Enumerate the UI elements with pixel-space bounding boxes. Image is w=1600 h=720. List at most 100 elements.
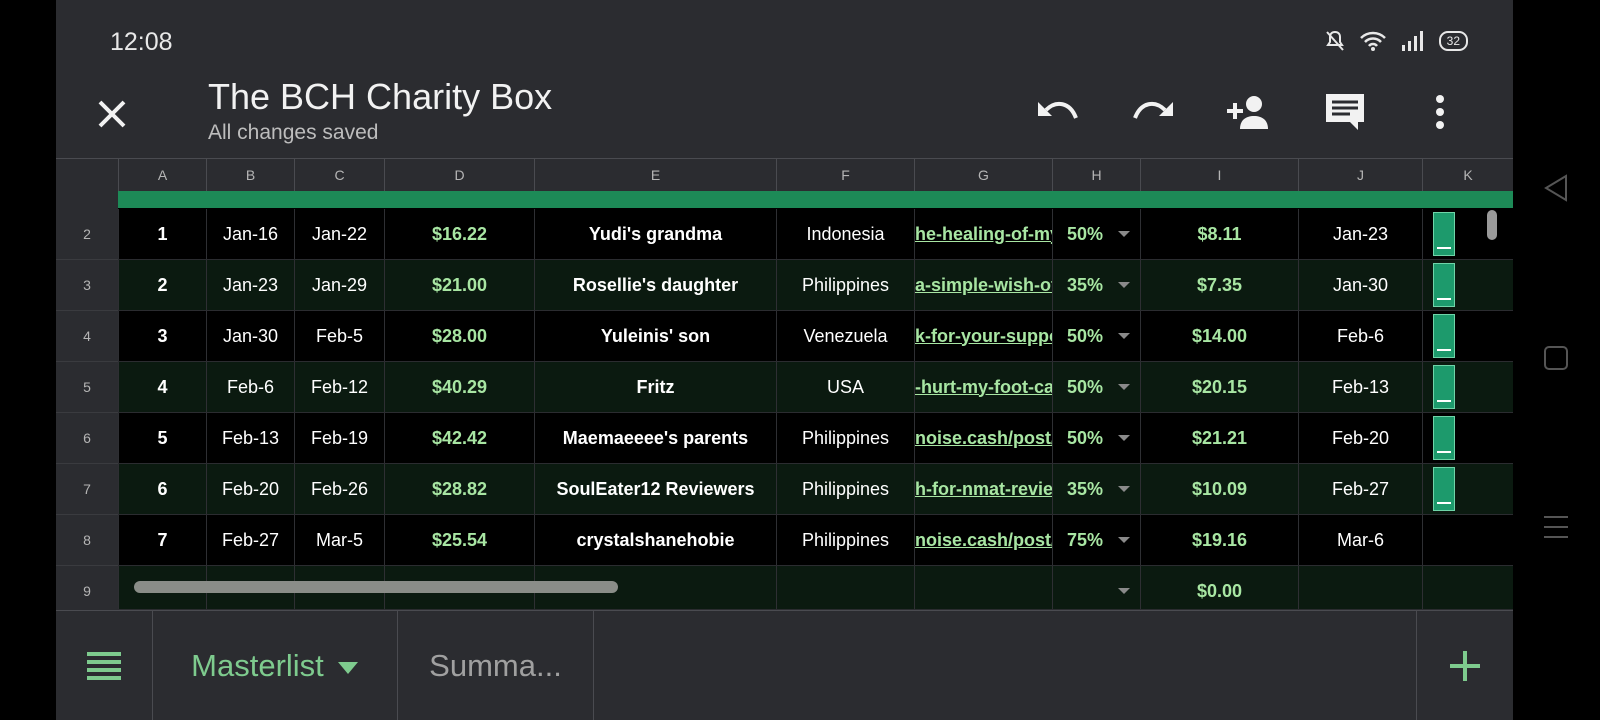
post-link[interactable]: h-for-nmat-review: [915, 479, 1052, 500]
cell-e[interactable]: Maemaeeee's parents: [534, 413, 776, 463]
undo-button[interactable]: [1032, 86, 1084, 138]
cell-c[interactable]: Feb-26: [294, 464, 384, 514]
screenshot-thumbnail[interactable]: [1433, 314, 1455, 358]
cell-f[interactable]: Venezuela: [776, 311, 914, 361]
cell-b[interactable]: Feb-6: [206, 362, 294, 412]
more-options-button[interactable]: [1414, 86, 1466, 138]
cell-h[interactable]: 50%: [1052, 311, 1140, 361]
cell-h[interactable]: 50%: [1052, 209, 1140, 259]
cell-h[interactable]: 35%: [1052, 464, 1140, 514]
share-button[interactable]: [1223, 86, 1275, 138]
cell-d[interactable]: $21.00: [384, 260, 534, 310]
cell-j[interactable]: Feb-27: [1298, 464, 1422, 514]
column-header-c[interactable]: C: [294, 159, 384, 191]
post-link[interactable]: he-healing-of-my-: [915, 224, 1052, 245]
cell-a[interactable]: 3: [118, 311, 206, 361]
cell-j[interactable]: Feb-13: [1298, 362, 1422, 412]
all-sheets-button[interactable]: [56, 611, 153, 720]
post-link[interactable]: noise.cash/post/l: [915, 428, 1052, 449]
nav-home-button[interactable]: [1541, 343, 1571, 373]
cell-i[interactable]: $7.35: [1140, 260, 1298, 310]
cell-b[interactable]: Jan-30: [206, 311, 294, 361]
cell-i[interactable]: $10.09: [1140, 464, 1298, 514]
cell-j[interactable]: Mar-6: [1298, 515, 1422, 565]
cell-k[interactable]: [1422, 566, 1513, 609]
cell-f[interactable]: Philippines: [776, 260, 914, 310]
cell-h[interactable]: 75%: [1052, 515, 1140, 565]
cell-d[interactable]: $16.22: [384, 209, 534, 259]
cell-e[interactable]: crystalshanehobie: [534, 515, 776, 565]
row-header-7[interactable]: 7: [56, 464, 118, 515]
cell-e[interactable]: Yudi's grandma: [534, 209, 776, 259]
screenshot-thumbnail[interactable]: [1433, 263, 1455, 307]
post-link[interactable]: noise.cash/post/l: [915, 530, 1052, 551]
cell-j[interactable]: Jan-23: [1298, 209, 1422, 259]
cell-e[interactable]: SoulEater12 Reviewers: [534, 464, 776, 514]
row-header-3[interactable]: 3: [56, 260, 118, 311]
cell-f[interactable]: Philippines: [776, 464, 914, 514]
close-button[interactable]: [86, 88, 138, 140]
cell-f[interactable]: USA: [776, 362, 914, 412]
screenshot-thumbnail[interactable]: [1433, 212, 1455, 256]
cell-g[interactable]: noise.cash/post/l: [914, 413, 1052, 463]
row-header-5[interactable]: 5: [56, 362, 118, 413]
cell-g[interactable]: h-for-nmat-review: [914, 464, 1052, 514]
post-link[interactable]: k-for-your-suppo: [915, 326, 1052, 347]
column-header-i[interactable]: I: [1140, 159, 1298, 191]
cell-e[interactable]: Rosellie's daughter: [534, 260, 776, 310]
cell-k[interactable]: [1422, 515, 1513, 565]
column-header-d[interactable]: D: [384, 159, 534, 191]
column-header-a[interactable]: A: [118, 159, 206, 191]
comments-button[interactable]: [1319, 86, 1371, 138]
cell-i[interactable]: $0.00: [1140, 566, 1298, 609]
dropdown-arrow-icon[interactable]: [1118, 435, 1130, 441]
row-header-8[interactable]: 8: [56, 515, 118, 566]
column-header-b[interactable]: B: [206, 159, 294, 191]
post-link[interactable]: a-simple-wish-of: [915, 275, 1052, 296]
cell-g[interactable]: a-simple-wish-of: [914, 260, 1052, 310]
cell-d[interactable]: $28.00: [384, 311, 534, 361]
cell-f[interactable]: Philippines: [776, 413, 914, 463]
tab-masterlist[interactable]: Masterlist: [152, 611, 398, 720]
cell-g[interactable]: noise.cash/post/l: [914, 515, 1052, 565]
cell-h[interactable]: 50%: [1052, 413, 1140, 463]
row-header-6[interactable]: 6: [56, 413, 118, 464]
cell-c[interactable]: Mar-5: [294, 515, 384, 565]
nav-menu-button[interactable]: [1541, 512, 1571, 542]
cell-d[interactable]: $25.54: [384, 515, 534, 565]
redo-button[interactable]: [1127, 86, 1179, 138]
row-header-4[interactable]: 4: [56, 311, 118, 362]
cell-f[interactable]: Indonesia: [776, 209, 914, 259]
dropdown-arrow-icon[interactable]: [1118, 282, 1130, 288]
cell-g[interactable]: he-healing-of-my-: [914, 209, 1052, 259]
cell-b[interactable]: Feb-27: [206, 515, 294, 565]
screenshot-thumbnail[interactable]: [1433, 467, 1455, 511]
cell-k[interactable]: [1422, 209, 1513, 259]
document-title[interactable]: The BCH Charity Box: [208, 76, 552, 118]
cell-a[interactable]: 5: [118, 413, 206, 463]
tab-summary[interactable]: Summa...: [398, 611, 594, 720]
cell-k[interactable]: [1422, 464, 1513, 514]
column-header-e[interactable]: E: [534, 159, 776, 191]
cell-c[interactable]: Feb-19: [294, 413, 384, 463]
cell-e[interactable]: Yuleinis' son: [534, 311, 776, 361]
cell-a[interactable]: 6: [118, 464, 206, 514]
cell-h[interactable]: [1052, 566, 1140, 609]
cell-d[interactable]: $40.29: [384, 362, 534, 412]
cell-f[interactable]: Philippines: [776, 515, 914, 565]
vertical-scrollbar[interactable]: [1487, 210, 1497, 240]
cell-j[interactable]: [1298, 566, 1422, 609]
cell-a[interactable]: 1: [118, 209, 206, 259]
column-header-k[interactable]: K: [1422, 159, 1513, 191]
cell-k[interactable]: [1422, 311, 1513, 361]
cell-i[interactable]: $14.00: [1140, 311, 1298, 361]
dropdown-arrow-icon[interactable]: [1118, 231, 1130, 237]
cell-a[interactable]: 2: [118, 260, 206, 310]
cell-k[interactable]: [1422, 413, 1513, 463]
spreadsheet-grid[interactable]: A B C D E F G H I J K 2 3 4 5 6 7 8 9 1J…: [56, 158, 1513, 609]
post-link[interactable]: -hurt-my-foot-ca: [915, 377, 1052, 398]
cell-f[interactable]: [776, 566, 914, 609]
screenshot-thumbnail[interactable]: [1433, 365, 1455, 409]
cell-i[interactable]: $21.21: [1140, 413, 1298, 463]
column-header-j[interactable]: J: [1298, 159, 1422, 191]
